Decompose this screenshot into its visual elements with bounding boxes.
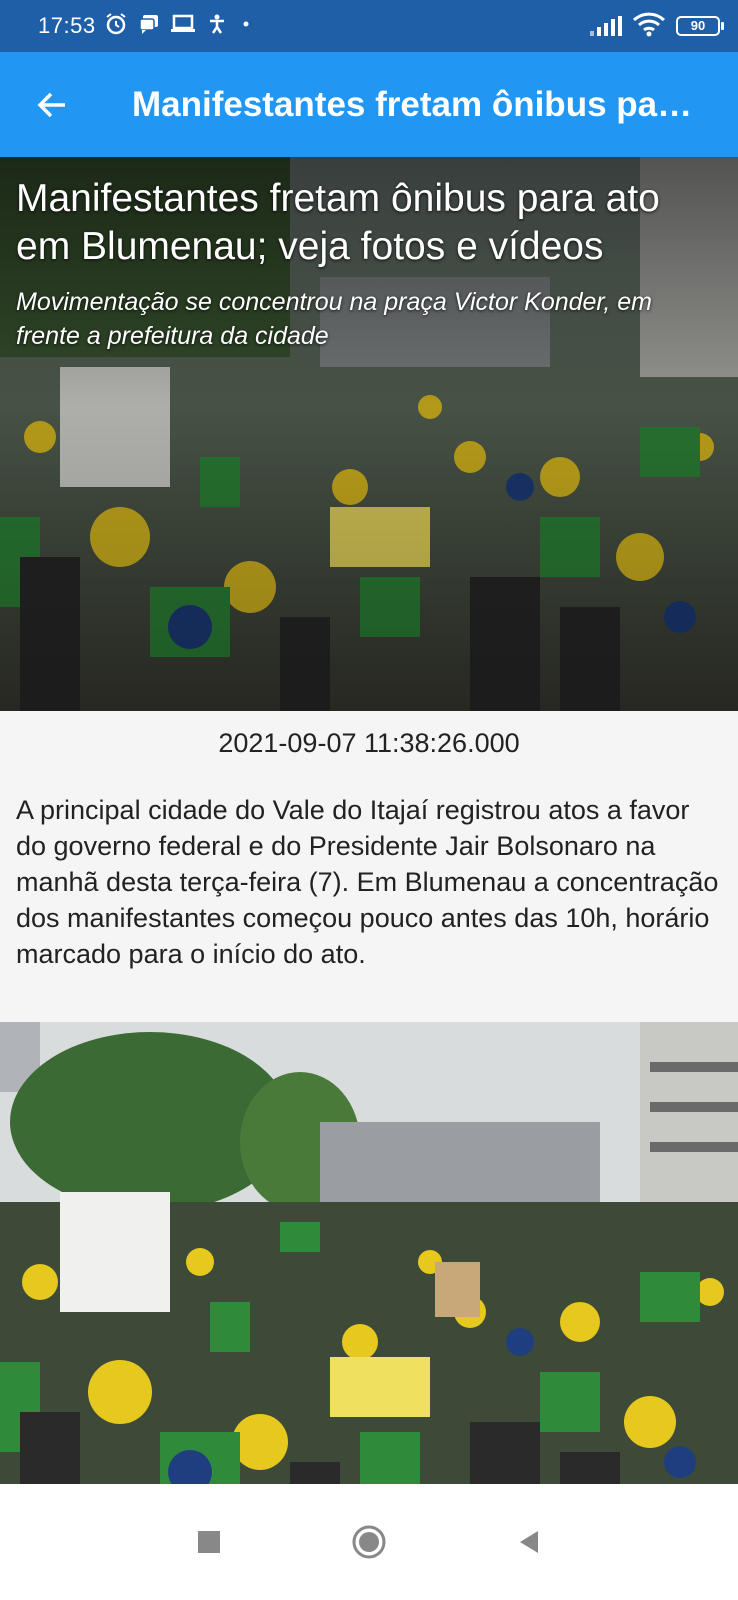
- signal-icon: [590, 16, 622, 36]
- hero-text-overlay: Manifestantes fretam ônibus para ato em …: [16, 175, 716, 353]
- status-notification-icons: [104, 12, 254, 41]
- app-bar-title: Manifestantes fretam ônibus pa…: [132, 84, 693, 124]
- article-date: 2021-09-07 11:38:26.000: [218, 728, 520, 758]
- hero-image: Manifestantes fretam ônibus para ato em …: [0, 157, 738, 711]
- recents-button[interactable]: [189, 1522, 229, 1562]
- article-title: Manifestantes fretam ônibus para ato em …: [16, 177, 660, 268]
- dot-icon: [238, 16, 254, 37]
- accessibility-icon: [206, 13, 228, 40]
- alarm-icon: [104, 12, 128, 41]
- message-icon: [138, 13, 160, 40]
- system-nav-bar: [0, 1484, 738, 1600]
- app-bar: Manifestantes fretam ônibus pa…: [0, 52, 738, 157]
- home-button[interactable]: [349, 1522, 389, 1562]
- nav-back-button[interactable]: [509, 1522, 549, 1562]
- status-bar: 17:53 90: [0, 0, 738, 52]
- crowd-photo-2: [0, 1022, 738, 1484]
- article-body: A principal cidade do Vale do Itajaí reg…: [16, 795, 719, 969]
- arrow-back-icon: [37, 92, 65, 117]
- article-photo: [0, 1022, 738, 1484]
- status-system-icons: 90: [590, 11, 724, 42]
- status-time: 17:53: [38, 13, 96, 38]
- back-triangle-icon: [520, 1531, 538, 1553]
- article-subtitle: Movimentação se concentrou na praça Vict…: [16, 288, 652, 350]
- wifi-icon: [632, 11, 666, 42]
- back-button[interactable]: [32, 85, 72, 125]
- battery-icon: 90: [676, 16, 724, 36]
- laptop-icon: [170, 13, 196, 40]
- home-circle-icon: [352, 1525, 386, 1559]
- recents-square-icon: [198, 1531, 220, 1553]
